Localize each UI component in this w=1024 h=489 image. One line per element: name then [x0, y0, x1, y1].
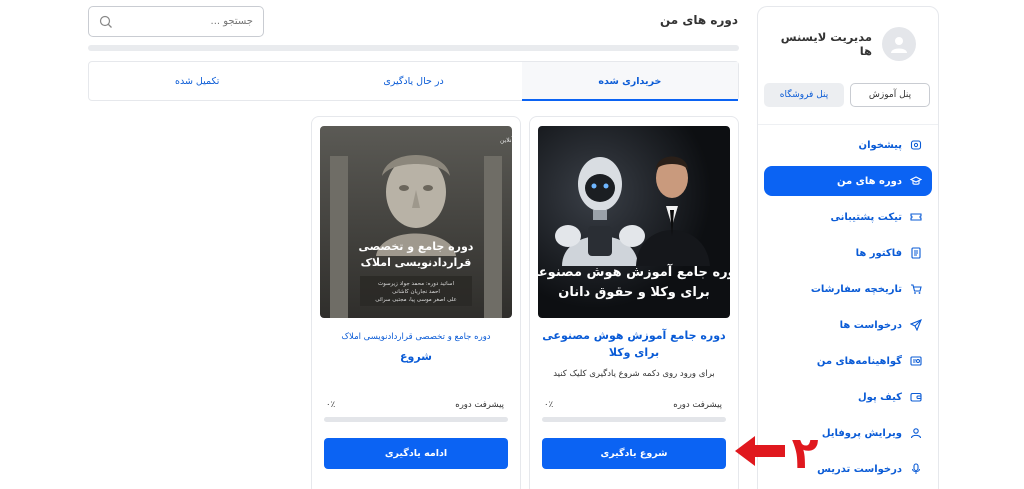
cover-credit-line2: احمد نجاریان کاشانی [392, 288, 440, 295]
cart-icon [911, 284, 922, 294]
course-thumbnail[interactable]: مدرسه حقوق آنلاین دوره جامع و تخصصی قرار… [320, 126, 512, 318]
tab-completed[interactable]: تکمیل شده [89, 62, 305, 100]
send-icon [910, 319, 922, 331]
sidebar-item-label: درخواست ها [839, 319, 902, 331]
graduation-cap-icon [910, 176, 922, 185]
home-icon [910, 140, 922, 150]
course-cover-image: مدرسه حقوق آنلاین دوره جامع و تخصصی قرار… [320, 126, 512, 318]
sidebar-item-label: ویرایش پروفایل [821, 427, 902, 439]
wallet-icon [910, 392, 922, 402]
invoice-icon [911, 247, 921, 259]
profile-name: مدیریت لایسنس ها [780, 30, 872, 58]
sidebar-item-label: کیف پول [858, 391, 902, 403]
microphone-icon [912, 463, 920, 474]
annotation-number: ۲ [792, 428, 819, 474]
course-cover-image: دوره جامع آموزش هوش مصنوعی برای وکلا و ح… [538, 126, 730, 318]
progress-bar [324, 417, 508, 422]
sidebar-item-label: پیشخوان [858, 139, 902, 151]
course-title[interactable]: دوره جامع و تخصصی قراردادنویسی املاک [322, 332, 510, 342]
avatar[interactable] [882, 27, 916, 61]
profile-header: مدیریت لایسنس ها [768, 27, 916, 61]
course-card: مدرسه حقوق آنلاین دوره جامع و تخصصی قرار… [311, 116, 521, 489]
cover-headline-line1: دوره جامع و تخصصی [359, 240, 474, 253]
tab-purchased[interactable]: خریداری شده [521, 62, 739, 101]
progress-bar [542, 417, 726, 422]
sidebar-item-order-history[interactable]: تاریخچه سفارشات [764, 274, 932, 304]
search-box[interactable] [88, 6, 264, 37]
sidebar-item-requests[interactable]: درخواست ها [764, 310, 932, 340]
course-subtitle: برای ورود روی دکمه شروع یادگیری کلیک کنی… [553, 369, 715, 379]
education-panel-button[interactable]: پنل آموزش [850, 83, 930, 107]
sidebar-item-my-courses[interactable]: دوره های من [764, 166, 932, 196]
sidebar-item-invoices[interactable]: فاکتور ها [764, 238, 932, 268]
course-thumbnail[interactable]: دوره جامع آموزش هوش مصنوعی برای وکلا و ح… [538, 126, 730, 318]
cover-credit-line3: علی اصغر موسی پیا، مجتبی سرائی [375, 297, 457, 303]
sidebar-item-wallet[interactable]: کیف پول [764, 382, 932, 412]
progress-label: پیشرفت دوره [673, 400, 722, 410]
ticket-icon [910, 213, 922, 221]
start-learning-button[interactable]: شروع یادگیری [542, 438, 726, 469]
header-divider-bar [88, 45, 739, 51]
sidebar-item-label: تیکت پشتیبانی [830, 211, 902, 223]
search-input[interactable] [133, 16, 253, 27]
sidebar-divider [758, 124, 938, 125]
sidebar-item-dashboard[interactable]: پیشخوان [764, 130, 932, 160]
sidebar-item-label: تاریخچه سفارشات [810, 283, 902, 295]
tab-in-progress[interactable]: در حال یادگیری [305, 62, 521, 100]
user-avatar-icon [891, 37, 907, 53]
sidebar: مدیریت لایسنس ها پنل آموزش پنل فروشگاه پ… [757, 6, 939, 489]
cover-headline-line2: برای وکلا و حقوق دانان [558, 285, 710, 300]
arrow-icon [735, 436, 785, 466]
annotation-arrow: ۲ [735, 428, 819, 474]
cover-headline-line1: دوره جامع آموزش هوش مصنوعی [538, 263, 730, 280]
progress-value: ۰٪ [544, 400, 554, 410]
certificate-icon [910, 356, 922, 366]
cover-headline-line2: قراردادنویسی املاک [361, 256, 472, 269]
page-title: دوره های من [659, 13, 738, 27]
panel-switch: پنل آموزش پنل فروشگاه [764, 83, 930, 107]
user-icon [910, 428, 922, 439]
sidebar-item-label: فاکتور ها [855, 247, 902, 259]
continue-learning-button[interactable]: ادامه یادگیری [324, 438, 508, 469]
sidebar-item-label: گواهینامه‌های من [816, 355, 902, 367]
sidebar-item-certificates[interactable]: گواهینامه‌های من [764, 346, 932, 376]
course-tabs: خریداری شده در حال یادگیری تکمیل شده [88, 61, 739, 101]
sidebar-item-label: درخواست تدریس [817, 463, 902, 475]
course-card: دوره جامع آموزش هوش مصنوعی برای وکلا و ح… [529, 116, 739, 489]
sidebar-item-support-ticket[interactable]: تیکت پشتیبانی [764, 202, 932, 232]
search-icon[interactable] [99, 15, 113, 29]
course-subtitle: شروع [399, 350, 432, 363]
progress-value: ۰٪ [326, 400, 336, 410]
cover-credit-line1: اساتید دوره: محمد جواد زیرسوت [378, 281, 454, 287]
course-title[interactable]: دوره جامع آموزش هوش مصنوعی برای وکلا [540, 327, 728, 361]
sidebar-item-label: دوره های من [836, 175, 902, 187]
store-panel-button[interactable]: پنل فروشگاه [764, 83, 844, 107]
progress-label: پیشرفت دوره [455, 400, 504, 410]
cover-brand: مدرسه حقوق آنلاین [500, 135, 512, 144]
